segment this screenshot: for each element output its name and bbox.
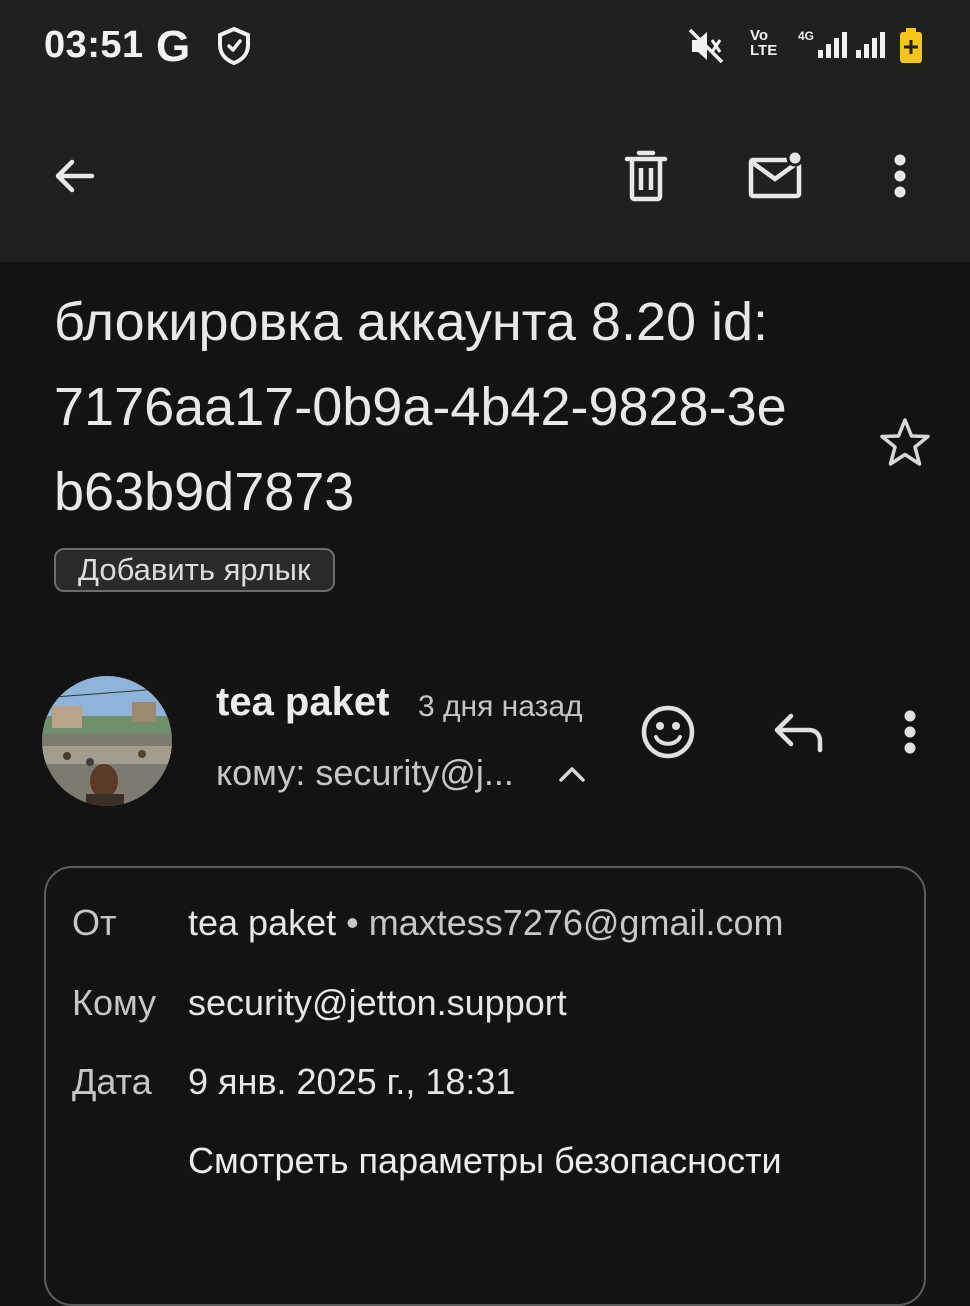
add-label-button[interactable]: Добавить ярлык	[54, 548, 335, 592]
google-icon: G	[156, 22, 191, 71]
sent-time: 3 дня назад	[418, 690, 583, 723]
to-email[interactable]: security@jetton.support	[188, 982, 567, 1024]
email-subject: блокировка аккаунта 8.20 id:7176aa17-0b9…	[54, 292, 787, 522]
signal-icon: 4G	[798, 28, 888, 65]
more-vert-icon	[904, 710, 916, 754]
trash-icon	[624, 150, 668, 202]
from-label: От	[72, 902, 117, 943]
date-value: 9 янв. 2025 г., 18:31	[188, 1061, 516, 1102]
battery-icon	[898, 28, 924, 69]
star-icon	[880, 418, 930, 466]
from-name: tea paket	[188, 902, 337, 943]
mute-icon	[686, 26, 726, 71]
status-bar: 03:51 G Vo LTE 4G	[0, 0, 970, 92]
shield-icon	[216, 26, 252, 71]
back-button[interactable]	[42, 144, 106, 208]
more-options-button[interactable]	[868, 144, 932, 208]
sender-name[interactable]: tea paket	[216, 680, 389, 725]
more-vert-icon	[894, 154, 906, 198]
volte-top-text: Vo	[750, 27, 769, 44]
view-security-details-link[interactable]: Смотреть параметры безопасности	[188, 1140, 782, 1182]
volte-icon: Vo LTE	[750, 28, 777, 58]
separator-dot: •	[346, 902, 359, 943]
chevron-up-icon	[559, 767, 585, 782]
avatar[interactable]	[42, 676, 172, 806]
reply-icon	[774, 713, 823, 753]
volte-bottom-text: LTE	[750, 42, 778, 59]
recipient-summary[interactable]: кому: security@j...	[216, 752, 514, 794]
app-bar	[0, 92, 970, 262]
from-value: tea paket • maxtess7276@gmail.com	[188, 902, 783, 944]
status-time: 03:51	[44, 24, 144, 66]
svg-text:4G: 4G	[798, 29, 814, 43]
message-more-button[interactable]	[880, 700, 940, 764]
star-button[interactable]	[876, 414, 934, 472]
add-reaction-button[interactable]	[636, 700, 700, 764]
arrow-back-icon	[55, 159, 95, 193]
delete-button[interactable]	[614, 144, 678, 208]
to-label: Кому	[72, 982, 157, 1023]
message-details-card: От tea paket • maxtess7276@gmail.com Ком…	[44, 866, 926, 1306]
collapse-details-button[interactable]	[552, 752, 592, 796]
emoji-icon	[641, 705, 695, 759]
date-label: Дата	[72, 1061, 152, 1102]
mail-unread-icon	[748, 150, 804, 199]
reply-button[interactable]	[764, 700, 834, 764]
from-email[interactable]: maxtess7276@gmail.com	[369, 902, 784, 943]
mark-unread-button[interactable]	[744, 144, 808, 208]
